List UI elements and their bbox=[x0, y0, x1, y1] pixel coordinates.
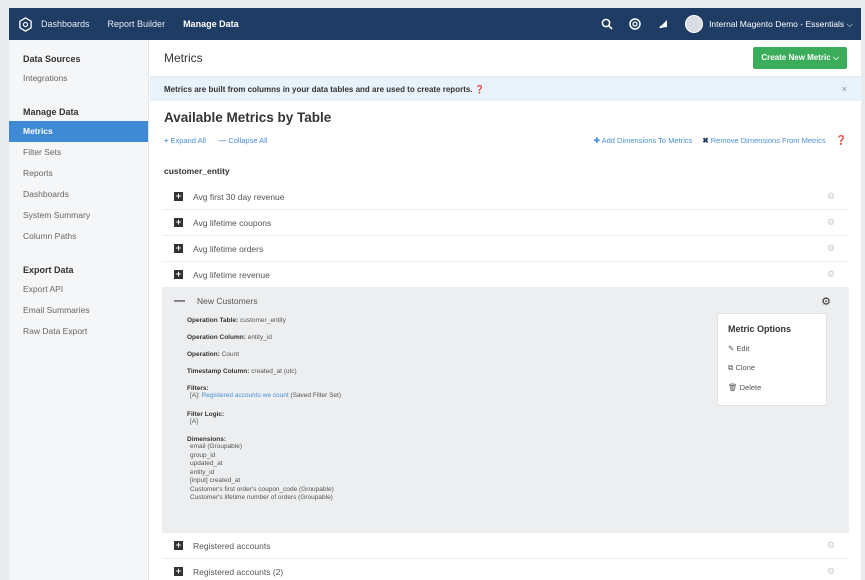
gear-icon[interactable]: ⚙ bbox=[821, 295, 831, 308]
clone-icon: ⧉ bbox=[728, 363, 734, 372]
expand-plus-icon[interactable]: + bbox=[174, 218, 183, 227]
remove-dimensions-link[interactable]: ✖ Remove Dimensions From Metrics bbox=[702, 136, 825, 145]
expanded-metric-header[interactable]: — New Customers bbox=[162, 288, 849, 314]
page-title: Metrics bbox=[164, 51, 203, 65]
filter-logic: Filter Logic: bbox=[187, 410, 225, 418]
dimension-item: group_id bbox=[190, 451, 216, 459]
sidebar-item-export-api[interactable]: Export API bbox=[9, 279, 148, 300]
table-name: customer_entity bbox=[164, 166, 230, 176]
add-circle-icon: ✚ bbox=[593, 135, 600, 145]
expand-plus-icon[interactable]: + bbox=[174, 192, 183, 201]
dimension-item: email (Groupable) bbox=[190, 443, 243, 450]
expand-plus-icon[interactable]: + bbox=[174, 244, 183, 253]
nav-report-builder[interactable]: Report Builder bbox=[108, 19, 166, 29]
gear-icon[interactable]: ⚙ bbox=[827, 540, 835, 551]
metric-row[interactable]: + Avg lifetime revenue ⚙ bbox=[162, 262, 849, 288]
edit-icon: ✎ bbox=[728, 344, 735, 353]
metric-name: Registered accounts bbox=[193, 540, 271, 551]
filter-link[interactable]: Registered accounts we count bbox=[202, 392, 289, 399]
expand-plus-icon[interactable]: + bbox=[174, 270, 183, 279]
collapse-minus-icon[interactable]: — bbox=[174, 295, 185, 307]
help-icon[interactable] bbox=[621, 8, 649, 40]
minus-icon: — bbox=[218, 135, 227, 145]
clone-menu-item[interactable]: ⧉ Clone bbox=[728, 363, 816, 373]
metric-name: Avg lifetime revenue bbox=[193, 269, 270, 280]
sidebar-item-metrics[interactable]: Metrics bbox=[9, 121, 148, 142]
search-icon[interactable] bbox=[593, 8, 621, 40]
toolbar: + Expand All — Collapse All ✚ Add Dimens… bbox=[164, 134, 847, 146]
gear-icon[interactable]: ⚙ bbox=[827, 217, 835, 228]
metric-name: Avg lifetime orders bbox=[193, 243, 264, 254]
app-logo-icon[interactable] bbox=[9, 8, 41, 40]
help-circle-icon[interactable]: ❓ bbox=[836, 135, 847, 146]
gear-icon[interactable]: ⚙ bbox=[827, 243, 835, 254]
metric-options-menu: Metric Options ✎ Edit ⧉ Clone 🗑 Delete bbox=[717, 313, 827, 406]
sidebar: Data Sources Integrations Manage Data Me… bbox=[9, 40, 149, 580]
top-navigation: Dashboards Report Builder Manage Data In… bbox=[9, 8, 861, 40]
sidebar-item-email-summaries[interactable]: Email Summaries bbox=[9, 300, 148, 321]
filter-logic-value: [A] bbox=[190, 417, 198, 425]
dimensions: Dimensions: bbox=[187, 436, 227, 443]
metric-row[interactable]: + Avg lifetime coupons ⚙ bbox=[162, 210, 849, 236]
metric-options-title: Metric Options bbox=[728, 324, 792, 334]
metric-row[interactable]: + Registered accounts ⚙ bbox=[162, 533, 849, 559]
sidebar-heading-manage-data: Manage Data bbox=[23, 107, 79, 117]
app-frame: Dashboards Report Builder Manage Data In… bbox=[9, 8, 861, 580]
nav-dashboards[interactable]: Dashboards bbox=[41, 19, 90, 29]
remove-x-icon: ✖ bbox=[702, 135, 709, 145]
metric-name: Avg first 30 day revenue bbox=[193, 191, 285, 202]
account-menu[interactable]: Internal Magento Demo - Essentials ⌵ bbox=[709, 19, 853, 30]
gear-icon[interactable]: ⚙ bbox=[827, 269, 835, 280]
expand-plus-icon[interactable]: + bbox=[174, 541, 183, 550]
metric-row[interactable]: + Avg lifetime orders ⚙ bbox=[162, 236, 849, 262]
metric-name: Avg lifetime coupons bbox=[193, 217, 272, 228]
page-header: Metrics Create New Metric ⌵ bbox=[150, 40, 861, 77]
sidebar-heading-export-data: Export Data bbox=[23, 265, 74, 275]
metric-row[interactable]: + Registered accounts (2) ⚙ bbox=[162, 559, 849, 580]
sidebar-item-column-paths[interactable]: Column Paths bbox=[9, 226, 148, 247]
expand-all-link[interactable]: + Expand All bbox=[164, 136, 206, 145]
expand-plus-icon[interactable]: + bbox=[174, 567, 183, 576]
trash-icon: 🗑 bbox=[728, 383, 738, 392]
nav-manage-data[interactable]: Manage Data bbox=[183, 19, 239, 29]
dimension-item: Customer's lifetime number of orders (Gr… bbox=[190, 494, 333, 501]
metric-row[interactable]: + Avg first 30 day revenue ⚙ bbox=[162, 184, 849, 210]
main-content: Metrics Create New Metric ⌵ Metrics are … bbox=[150, 40, 861, 580]
dimension-item: Customer's first order's coupon_code (Gr… bbox=[190, 485, 334, 493]
section-title: Available Metrics by Table bbox=[164, 110, 332, 125]
sidebar-item-system-summary[interactable]: System Summary bbox=[9, 205, 148, 226]
plus-icon: + bbox=[164, 135, 169, 145]
metric-name: Registered accounts (2) bbox=[193, 566, 284, 577]
collapse-all-link[interactable]: — Collapse All bbox=[219, 136, 268, 145]
metric-name: New Customers bbox=[197, 296, 258, 306]
expanded-metric: — New Customers ⚙ Operation Table: custo… bbox=[162, 288, 849, 533]
sidebar-item-filter-sets[interactable]: Filter Sets bbox=[9, 142, 148, 163]
gear-icon[interactable]: ⚙ bbox=[827, 191, 835, 202]
edit-menu-item[interactable]: ✎ Edit bbox=[728, 344, 816, 353]
sidebar-item-dashboards[interactable]: Dashboards bbox=[9, 184, 148, 205]
sidebar-item-integrations[interactable]: Integrations bbox=[9, 68, 148, 89]
create-new-metric-button[interactable]: Create New Metric ⌵ bbox=[753, 47, 847, 69]
avatar[interactable] bbox=[685, 15, 704, 33]
info-banner: Metrics are built from columns in your d… bbox=[150, 77, 861, 101]
close-icon[interactable]: × bbox=[842, 84, 847, 94]
gear-icon[interactable]: ⚙ bbox=[827, 566, 835, 577]
info-banner-text: Metrics are built from columns in your d… bbox=[164, 84, 485, 94]
sidebar-item-raw-data-export[interactable]: Raw Data Export bbox=[9, 321, 148, 342]
dimension-item: entity_id bbox=[190, 468, 215, 476]
dimension-item: updated_at bbox=[190, 460, 223, 467]
notifications-icon[interactable] bbox=[649, 8, 677, 40]
sidebar-heading-data-sources: Data Sources bbox=[23, 54, 81, 64]
delete-menu-item[interactable]: 🗑 Delete bbox=[728, 383, 816, 392]
add-dimensions-link[interactable]: ✚ Add Dimensions To Metrics bbox=[594, 136, 693, 145]
sidebar-item-reports[interactable]: Reports bbox=[9, 163, 148, 184]
dimension-item: [input] created_at bbox=[190, 477, 241, 484]
